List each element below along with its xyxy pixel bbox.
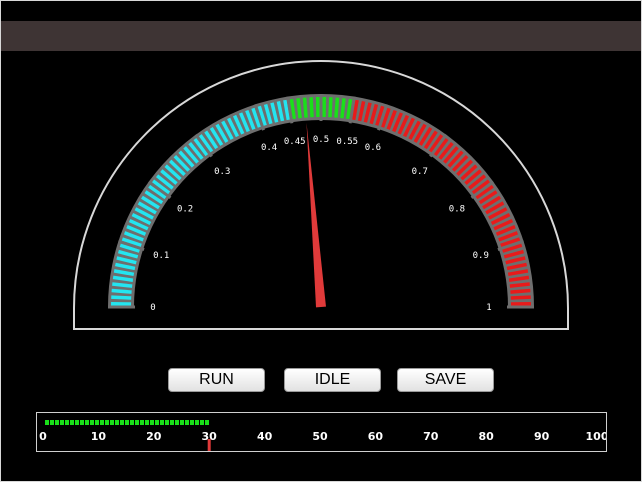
progress-fill-block: [165, 420, 169, 425]
progress-fill-block: [160, 420, 164, 425]
gauge-segment: [111, 295, 132, 300]
progress-tick-label: 70: [423, 430, 439, 443]
idle-button[interactable]: IDLE: [284, 368, 381, 392]
progress-panel: 0102030405060708090100: [36, 412, 607, 452]
progress-tick-label: 100: [586, 430, 606, 443]
progress-fill-block: [155, 420, 159, 425]
progress-fill-block: [140, 420, 144, 425]
progress-fill: [45, 420, 209, 425]
progress-fill-block: [65, 420, 69, 425]
progress-fill-block: [100, 420, 104, 425]
progress-fill-block: [80, 420, 84, 425]
gauge-tick-label: 0.7: [412, 167, 428, 177]
progress-fill-block: [125, 420, 129, 425]
progress-tick-label: 20: [146, 430, 162, 443]
progress-fill-block: [110, 420, 114, 425]
progress-tick-label: 40: [257, 430, 273, 443]
gauge-tick-label: 0.45: [284, 137, 306, 147]
progress-fill-block: [120, 420, 124, 425]
gauge-needle: [306, 122, 326, 308]
gauge-segment: [309, 97, 314, 118]
gauge-tick-label: 0.6: [365, 143, 381, 153]
gauge-tick-label: 1: [486, 303, 491, 313]
progress-fill-block: [200, 420, 204, 425]
gauge-tick-label: 0.3: [214, 167, 230, 177]
progress-fill-block: [60, 420, 64, 425]
gauge-segment: [296, 98, 302, 119]
gauge-segment: [112, 282, 133, 288]
progress-fill-block: [175, 420, 179, 425]
gauge: 0 0.1 0.2 0.3 0.4 0.45 0.5 0.55 0.6 0.7 0.8 0.9 1: [73, 60, 569, 330]
gauge-segment: [334, 97, 340, 118]
progress-tick-label: 50: [312, 430, 328, 443]
gauge-segment: [111, 288, 132, 294]
progress-fill-block: [205, 420, 209, 425]
gauge-tick-label: 0.8: [449, 204, 465, 214]
gauge-tick-label: 0.1: [153, 251, 169, 261]
progress-fill-block: [135, 420, 139, 425]
gauge-segment: [302, 97, 308, 118]
progress-fill-block: [75, 420, 79, 425]
gauge-tick-label: 0: [150, 303, 155, 313]
gauge-segment: [328, 97, 333, 118]
progress-fill-block: [180, 420, 184, 425]
gauge-tick-label: 0.4: [261, 143, 277, 153]
progress-fill-block: [145, 420, 149, 425]
progress-tick-label: 60: [368, 430, 384, 443]
progress-fill-block: [115, 420, 119, 425]
progress-scale: 0102030405060708090100: [39, 430, 606, 443]
progress-fill-block: [90, 420, 94, 425]
progress-fill-block: [70, 420, 74, 425]
gauge-segment: [340, 98, 346, 119]
gauge-tick-label: 0.55: [336, 137, 358, 147]
progress-tick-label: 90: [534, 430, 550, 443]
progress-fill-block: [130, 420, 134, 425]
progress-tick-label: 10: [91, 430, 107, 443]
progress-fill-block: [50, 420, 54, 425]
progress-fill-block: [55, 420, 59, 425]
progress-fill-block: [45, 420, 49, 425]
progress-marker[interactable]: [207, 439, 211, 451]
progress-fill-block: [185, 420, 189, 425]
progress-bar: 0102030405060708090100: [39, 420, 606, 451]
progress-fill-block: [85, 420, 89, 425]
gauge-tick-label: 0.9: [473, 251, 489, 261]
gauge-tick-label: 0.2: [177, 204, 193, 214]
run-button[interactable]: RUN: [168, 368, 265, 392]
progress-fill-block: [105, 420, 109, 425]
app-window: 0 0.1 0.2 0.3 0.4 0.45 0.5 0.55 0.6 0.7 0.8 0.9 1 RU…: [0, 0, 642, 482]
gauge-segment: [510, 288, 531, 294]
gauge-segment: [510, 295, 531, 300]
progress-fill-block: [170, 420, 174, 425]
progress-fill-block: [150, 420, 154, 425]
progress-tick-label: 0: [39, 430, 47, 443]
progress-fill-block: [195, 420, 199, 425]
progress-fill-block: [190, 420, 194, 425]
gauge-segment: [509, 282, 530, 288]
gauge-tick-label: 0.5: [313, 135, 329, 145]
save-button[interactable]: SAVE: [397, 368, 494, 392]
progress-tick-label: 80: [479, 430, 495, 443]
progress-fill-block: [95, 420, 99, 425]
